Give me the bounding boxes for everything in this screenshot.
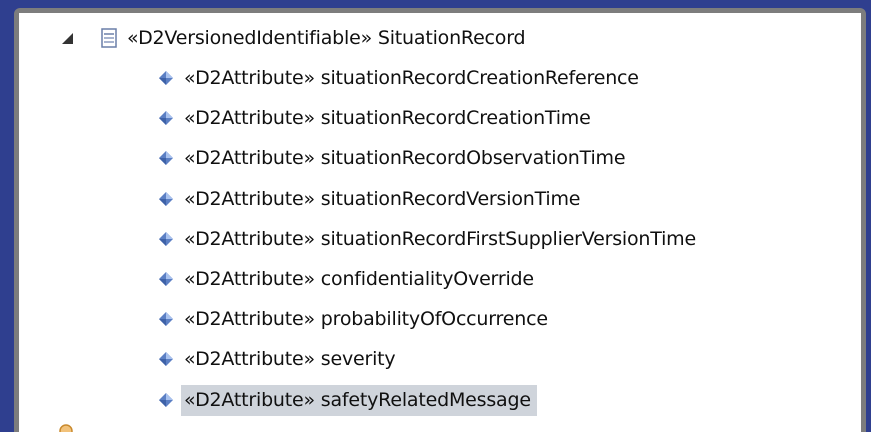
tree-attribute-label-wrap: «D2Attribute» probabilityOfOccurrence	[184, 308, 548, 330]
attribute-diamond-icon	[159, 111, 173, 125]
tree-attribute-row[interactable]: «D2Attribute» situationRecordObservation…	[158, 143, 626, 173]
tree-attribute-row[interactable]: «D2Attribute» confidentialityOverride	[158, 264, 534, 294]
tree-attribute-label: «D2Attribute» situationRecordVersionTime	[184, 188, 581, 210]
tree-attribute-label: «D2Attribute» severity	[184, 348, 396, 370]
tree-attribute-row[interactable]: «D2Attribute» situationRecordFirstSuppli…	[158, 224, 696, 254]
attribute-diamond-icon	[159, 232, 173, 246]
partial-item-icon	[59, 424, 73, 432]
tree-attribute-row[interactable]: «D2Attribute» severity	[158, 344, 396, 374]
attribute-diamond-icon	[159, 151, 173, 165]
tree-attribute-label-wrap: «D2Attribute» confidentialityOverride	[184, 268, 534, 290]
attribute-diamond-icon	[159, 192, 173, 206]
tree-attribute-label-wrap: «D2Attribute» severity	[184, 348, 396, 370]
tree-attribute-row[interactable]: «D2Attribute» safetyRelatedMessage	[158, 384, 537, 416]
tree-root-label: «D2VersionedIdentifiable» SituationRecor…	[127, 27, 526, 49]
tree-attribute-row[interactable]: «D2Attribute» situationRecordCreationRef…	[158, 63, 639, 93]
tree-attribute-label-wrap: «D2Attribute» situationRecordCreationRef…	[184, 67, 639, 89]
attribute-diamond-icon	[159, 352, 173, 366]
class-icon	[101, 28, 117, 48]
tree-attribute-label-wrap: «D2Attribute» situationRecordFirstSuppli…	[184, 228, 696, 250]
tree-attribute-label: «D2Attribute» situationRecordCreationRef…	[184, 67, 639, 89]
tree-attribute-label: «D2Attribute» probabilityOfOccurrence	[184, 308, 548, 330]
tree-attribute-label: «D2Attribute» confidentialityOverride	[184, 268, 534, 290]
tree-attribute-label-wrap: «D2Attribute» situationRecordObservation…	[184, 147, 626, 169]
attribute-diamond-icon	[159, 71, 173, 85]
tree-attribute-row[interactable]: «D2Attribute» probabilityOfOccurrence	[158, 304, 548, 334]
collapse-triangle-icon[interactable]	[59, 30, 75, 46]
tree-attribute-label: «D2Attribute» situationRecordCreationTim…	[184, 107, 591, 129]
tree-attribute-label: «D2Attribute» safetyRelatedMessage	[184, 388, 531, 411]
tree-attribute-row[interactable]: «D2Attribute» situationRecordVersionTime	[158, 184, 580, 214]
tree-attribute-label-wrap: «D2Attribute» situationRecordCreationTim…	[184, 107, 591, 129]
tree-attribute-label-wrap: «D2Attribute» safetyRelatedMessage	[181, 384, 537, 416]
tree-attribute-label-wrap: «D2Attribute» situationRecordVersionTime	[184, 188, 580, 210]
tree-attribute-row[interactable]: «D2Attribute» situationRecordCreationTim…	[158, 103, 591, 133]
tree-root-situation-record[interactable]: «D2VersionedIdentifiable» SituationRecor…	[59, 23, 526, 53]
tree-attribute-label: «D2Attribute» situationRecordFirstSuppli…	[184, 228, 696, 250]
attribute-diamond-icon	[159, 272, 173, 286]
tree-attribute-label: «D2Attribute» situationRecordObservation…	[184, 147, 626, 169]
attribute-diamond-icon	[159, 312, 173, 326]
attribute-diamond-icon	[159, 393, 173, 407]
model-tree-panel: «D2VersionedIdentifiable» SituationRecor…	[19, 13, 861, 432]
